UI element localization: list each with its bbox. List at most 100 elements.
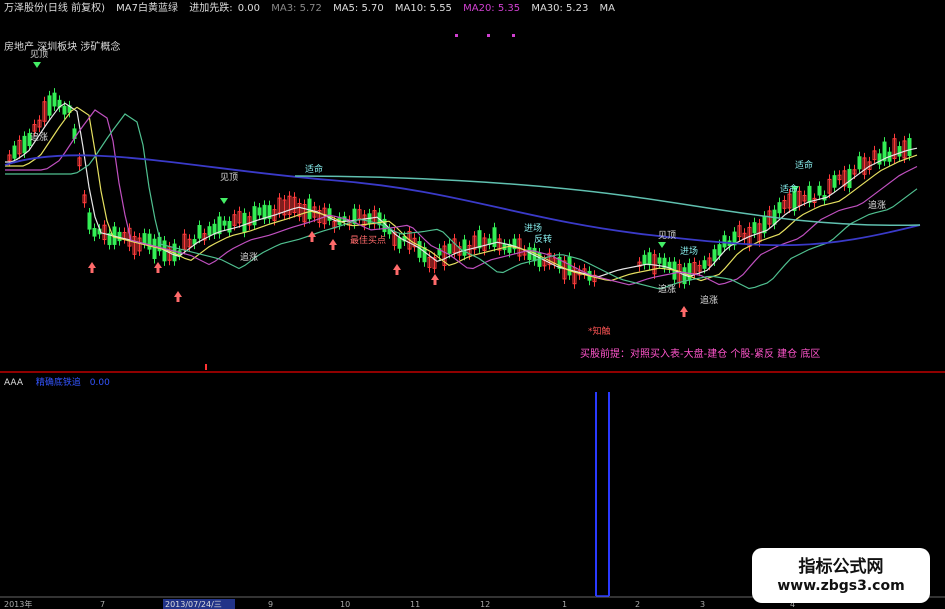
buy-premise-note: 买股前提：对照买入表-大盘-建仓 个股-紧反 建仓 底区 [580,349,821,360]
signal-label: 进加先跌: [189,3,233,14]
buy-arrow-stem [176,297,180,302]
ma-line-purple [5,109,918,286]
candle-body [687,263,692,281]
buy-arrow-icon [393,264,401,270]
candle-body [92,227,97,237]
chart-annotation: 追涨 [240,251,258,263]
marker-dot [455,34,458,37]
candle-body [477,230,482,249]
chart-annotation: 反转 [534,233,552,245]
candle-body [147,233,152,250]
chart-annotation: 见顶 [658,230,676,241]
indicator-name: MA7白黄蓝绿 [116,3,179,14]
candle-body [647,252,652,266]
chart-annotation: 适命 [780,183,798,195]
buy-arrow-stem [433,280,437,285]
candle-body [777,202,782,214]
chart-annotation: 见顶 [220,172,238,183]
candle-body [397,237,402,249]
buy-arrow-icon [329,239,337,245]
watermark-title: 指标公式网 [798,557,884,577]
chart-header: 万泽股份(日线 前复权) MA7白黄蓝绿 进加先跌: 0.00 MA3: 5.7… [4,2,623,16]
candle-body [222,220,227,226]
axis-label: 2013年 [4,599,32,609]
candle-body [807,185,812,203]
ma-tail-label: MA [599,3,615,14]
buy-arrow-icon [88,262,96,268]
stock-chart-window: 见顶 见顶 见顶 追涨 追涨 追涨 追涨 追涨 适命 适命 适命 进场 进场 反转 最佳买点 *知触 2013年… [0,0,945,609]
chart-annotation: 适命 [305,163,323,175]
buy-arrow-stem [156,268,160,273]
candle-body [242,212,247,233]
ma-line-teal [294,175,921,227]
candle-body [227,221,232,233]
chart-annotation: 进场 [524,223,542,234]
marker-dot [205,364,207,370]
candle-body [212,223,217,235]
buy-arrow-stem [682,312,686,317]
candle-body [422,247,427,263]
candle-body [307,198,312,220]
ma20-value: MA20: 5.35 [463,3,521,14]
chart-annotation: 追涨 [868,199,886,211]
candle-body [832,175,837,188]
candle-body [87,212,92,230]
sub-indicator-name: AAA [4,378,23,388]
top-arrow-icon [220,198,228,204]
axis-label: 10 [340,600,350,609]
candle-body [462,239,467,256]
axis-label: 7 [100,600,105,609]
candle-body [657,257,662,264]
buy-arrow-icon [680,306,688,312]
candle-body [12,145,17,159]
candle-body [52,92,57,107]
candle-body [567,256,572,276]
axis-label: 3 [700,600,705,609]
candle-body [877,153,882,165]
candle-body [117,231,122,242]
axis-label: 2013/07/24/三 [165,600,222,609]
chart-annotation: *知触 [588,325,611,337]
sub-indicator-value: 0.00 [89,378,110,388]
signal-value: 0.00 [237,3,261,14]
candle-body [702,260,707,269]
chart-annotation: 追涨 [658,283,676,295]
candle-body [907,138,912,156]
buy-arrow-stem [331,245,335,250]
price-chart[interactable]: 见顶见顶见顶追涨追涨追涨追涨追涨适命 适命适命进场进场反转最佳买点*知触2013年… [0,0,945,609]
candle-body [207,226,212,236]
watermark-badge: 指标公式网 www.zbgs3.com [752,548,930,603]
sub-indicator-field: 精确底铁追 [35,378,81,388]
candle-body [897,146,902,157]
buy-arrow-stem [90,268,94,273]
ma30-value: MA30: 5.23 [531,3,589,14]
candle-body [142,233,147,244]
candle-body [717,244,722,256]
candle-body [817,185,822,196]
candle-body [722,235,727,248]
axis-label: 12 [480,600,490,609]
chart-annotation: 追涨 [30,131,48,143]
axis-label: 2 [635,600,640,609]
candle-body [152,238,157,260]
candle-body [847,168,852,189]
chart-annotation: 追涨 [700,294,718,306]
candle-body [47,95,52,116]
chart-annotation: 最佳买点 [350,234,386,246]
candle-body [712,249,717,262]
sub-indicator-header: AAA 精确底铁追 0.00 [4,375,110,388]
ma5-value: MA5: 5.70 [333,3,384,14]
axis-label: 11 [410,600,420,609]
candle-body [447,243,452,254]
marker-dot [512,34,515,37]
sector-tags: 房地产 深圳板块 涉矿概念 [4,42,121,53]
stock-title: 万泽股份(日线 前复权) [4,3,105,14]
top-arrow-icon [658,242,666,248]
buy-arrow-icon [431,274,439,280]
candle-body [22,135,27,154]
candle-body [857,156,862,170]
buy-arrow-stem [395,270,399,275]
candle-body [197,225,202,239]
ma3-value: MA3: 5.72 [271,3,322,14]
ma10-value: MA10: 5.55 [394,3,452,14]
